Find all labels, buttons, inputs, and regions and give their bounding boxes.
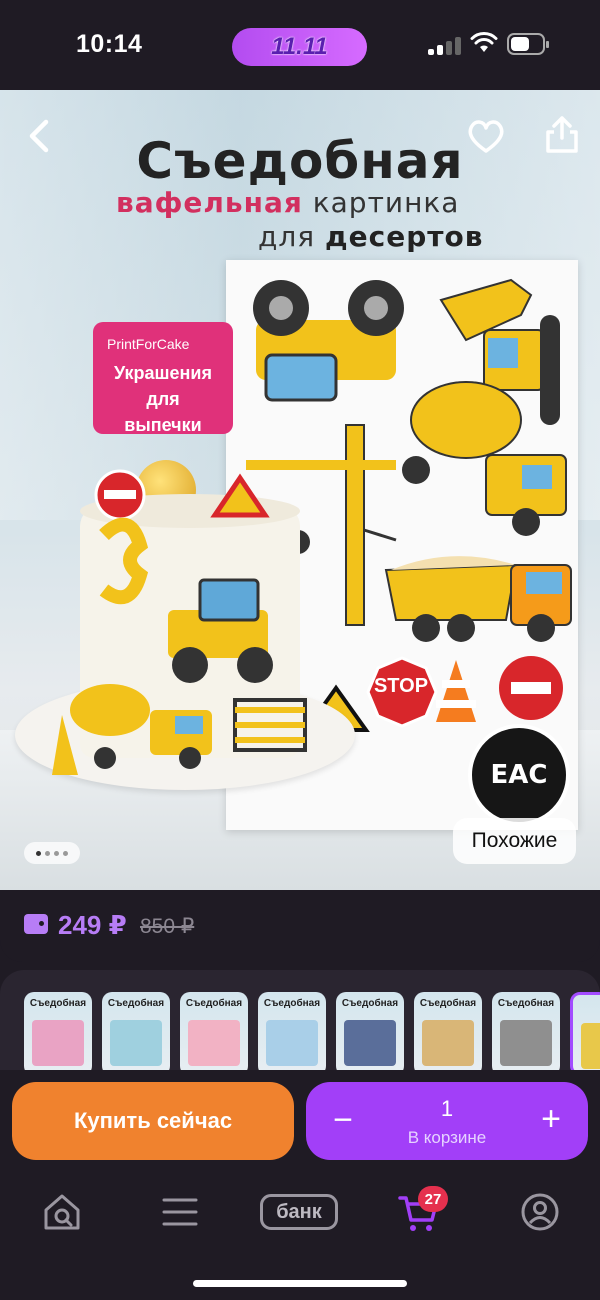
carousel-dot [45, 850, 50, 856]
image-title: Съедобная [136, 132, 464, 190]
thumbnail-title: Съедобная [185, 998, 243, 1009]
thumbnail-image [422, 1020, 474, 1066]
similar-products-button[interactable]: Похожие [453, 818, 576, 864]
thumbnail-title: Съедобная [29, 998, 87, 1009]
cart-count-badge: 27 [418, 1186, 448, 1212]
increase-quantity-button[interactable]: + [536, 1102, 566, 1136]
home-search-icon[interactable] [40, 1190, 84, 1234]
thumbnail-strip[interactable]: Съедобная Съедобная Съедобная Съедобная Съед… [0, 970, 600, 1070]
battery-icon [507, 33, 549, 55]
battery-level [511, 37, 529, 51]
thumbnail-image [581, 1023, 600, 1069]
thumbnail-title: Съедобная [497, 998, 555, 1009]
profile-icon[interactable] [518, 1190, 562, 1234]
thumbnail-image [266, 1020, 318, 1066]
thumbnail[interactable]: Съедобная [414, 992, 482, 1070]
thumbnail[interactable]: Съедобная [258, 992, 326, 1070]
brand-name: PrintForCake [107, 336, 190, 352]
cart-quantity-stepper: − 1 В корзине + [306, 1082, 588, 1160]
status-bar: 10:14 11.11 [0, 0, 600, 90]
thumbnail[interactable]: Съедобная [102, 992, 170, 1070]
thumbnail-image [110, 1020, 162, 1066]
home-indicator [193, 1280, 407, 1287]
image-subtitle-accent: вафельная [116, 186, 303, 219]
back-arrow-icon[interactable] [22, 118, 58, 154]
image-subtitle-rest: картинка [312, 186, 460, 219]
thumbnail-title: Съедобная [107, 998, 165, 1009]
thumbnail[interactable]: Съедобная [336, 992, 404, 1070]
buy-now-button[interactable]: Купить сейчас [12, 1082, 294, 1160]
thumbnail[interactable]: Съедобная [180, 992, 248, 1070]
price-panel: 249 ₽ 850 ₽ [0, 890, 600, 962]
favorite-heart-icon[interactable] [466, 118, 506, 154]
action-bar: Купить сейчас − 1 В корзине + [0, 1070, 600, 1180]
image-subtitle-2: для десертов [258, 220, 483, 253]
thumbnail[interactable]: Съедобная [24, 992, 92, 1070]
brand-card: PrintForCake Украшения для выпечки [93, 322, 233, 435]
promo-badge[interactable]: 11.11 [232, 28, 367, 66]
brand-tagline: Украшения для выпечки [93, 360, 233, 438]
thumbnail-image [344, 1020, 396, 1066]
stop-sign-text: STOP [373, 675, 429, 697]
share-icon[interactable] [542, 114, 582, 154]
carousel-indicator [24, 842, 80, 864]
thumbnail-image [32, 1020, 84, 1066]
brand-tagline-line: выпечки [124, 415, 202, 435]
image-subtitle: вафельная картинка [116, 186, 459, 219]
thumbnail[interactable]: Съедобная [492, 992, 560, 1070]
cake-vehicles [52, 684, 307, 775]
image-subtitle2-bold: десертов [325, 220, 484, 253]
carousel-dot [63, 850, 68, 856]
wallet-icon [24, 914, 48, 934]
product-image-carousel[interactable]: Съедобная вафельная картинка для десерто… [0, 90, 600, 890]
carousel-dot [36, 850, 41, 856]
certification-badge: EAC [468, 724, 570, 826]
brand-tagline-line: Украшения [114, 363, 212, 383]
bank-tab[interactable]: банк [260, 1194, 338, 1230]
image-subtitle2-prefix: для [258, 220, 316, 253]
carousel-dot [54, 850, 59, 856]
status-time: 10:14 [76, 30, 143, 58]
thumbnail-image [500, 1020, 552, 1066]
wifi-icon [470, 32, 498, 52]
thumbnail-image [188, 1020, 240, 1066]
brand-tagline-line: для [146, 389, 180, 409]
current-price: 249 ₽ [58, 910, 127, 940]
thumbnail-title: Съедобная [341, 998, 399, 1009]
thumbnail[interactable] [570, 992, 600, 1070]
cellular-signal-icon [428, 35, 462, 55]
thumbnail-title: Съедобная [263, 998, 321, 1009]
menu-icon[interactable] [158, 1190, 202, 1234]
thumbnail-title: Съедобная [419, 998, 477, 1009]
bottom-navigation: банк 27 [0, 1180, 600, 1300]
old-price: 850 ₽ [140, 915, 195, 938]
